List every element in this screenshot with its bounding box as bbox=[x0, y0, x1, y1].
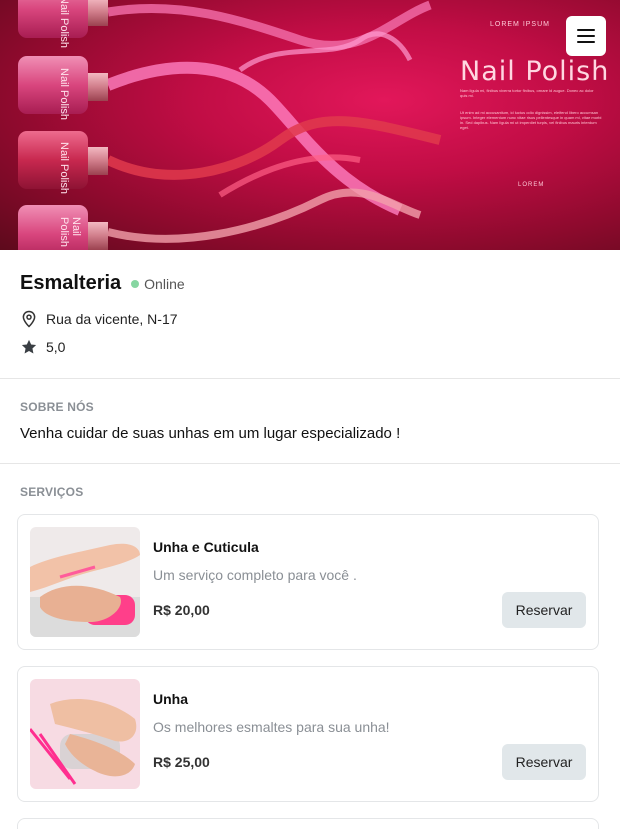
reserve-button[interactable]: Reservar bbox=[502, 592, 586, 628]
divider bbox=[0, 463, 620, 464]
service-description: Os melhores esmaltes para sua unha! bbox=[153, 719, 390, 735]
about-text: Venha cuidar de suas unhas em um lugar e… bbox=[20, 425, 401, 442]
about-heading: SOBRE NÓS bbox=[20, 400, 94, 414]
store-header: Esmalteria Online bbox=[20, 272, 600, 295]
service-price: R$ 20,00 bbox=[153, 602, 210, 618]
rating-row: 5,0 bbox=[20, 338, 65, 356]
hero-banner: Nail Polish Nail Polish Nail Polish Nail… bbox=[0, 0, 620, 250]
online-status-dot bbox=[131, 279, 140, 288]
service-title: Unha e Cuticula bbox=[153, 539, 259, 555]
service-card bbox=[17, 818, 599, 829]
bottle-label: Nail Polish bbox=[58, 142, 70, 194]
hero-brand-text: LOREM IPSUM bbox=[489, 21, 550, 28]
service-image bbox=[30, 527, 140, 637]
store-rating: 5,0 bbox=[46, 339, 66, 355]
hero-paragraph: Ut enim ad mi accusantium, id luctus odi… bbox=[460, 110, 602, 130]
service-card: Unha Os melhores esmaltes para sua unha!… bbox=[17, 666, 599, 802]
service-description: Um serviço completo para você . bbox=[153, 567, 357, 583]
service-card: Unha e Cuticula Um serviço completo para… bbox=[17, 514, 599, 650]
store-address: Rua da vicente, N-17 bbox=[46, 311, 178, 327]
service-image bbox=[30, 679, 140, 789]
service-title: Unha bbox=[153, 691, 188, 707]
star-icon bbox=[21, 339, 37, 354]
status-text: Online bbox=[144, 275, 185, 292]
store-info: Esmalteria Online Rua da vicente, N-17 5… bbox=[20, 272, 600, 355]
hero-subtitle: Nam ligula mi, finibus viverra tortor fi… bbox=[460, 88, 594, 98]
map-pin-icon bbox=[22, 310, 36, 328]
hero-footer-text: LOREM bbox=[518, 182, 545, 188]
services-heading: SERVIÇOS bbox=[20, 485, 84, 499]
bottle-label: Nail Polish bbox=[58, 68, 70, 120]
bottle-label: Nail Polish bbox=[58, 0, 70, 48]
store-name: Esmalteria bbox=[20, 272, 122, 294]
hamburger-menu-icon bbox=[577, 29, 595, 31]
service-price: R$ 25,00 bbox=[153, 754, 210, 770]
hero-title: Nail Polish bbox=[460, 56, 610, 87]
bottle-label: Nail Polish bbox=[58, 217, 82, 247]
divider bbox=[0, 378, 620, 379]
address-row: Rua da vicente, N-17 bbox=[20, 310, 178, 328]
reserve-button[interactable]: Reservar bbox=[502, 744, 586, 780]
menu-button[interactable] bbox=[566, 16, 606, 56]
